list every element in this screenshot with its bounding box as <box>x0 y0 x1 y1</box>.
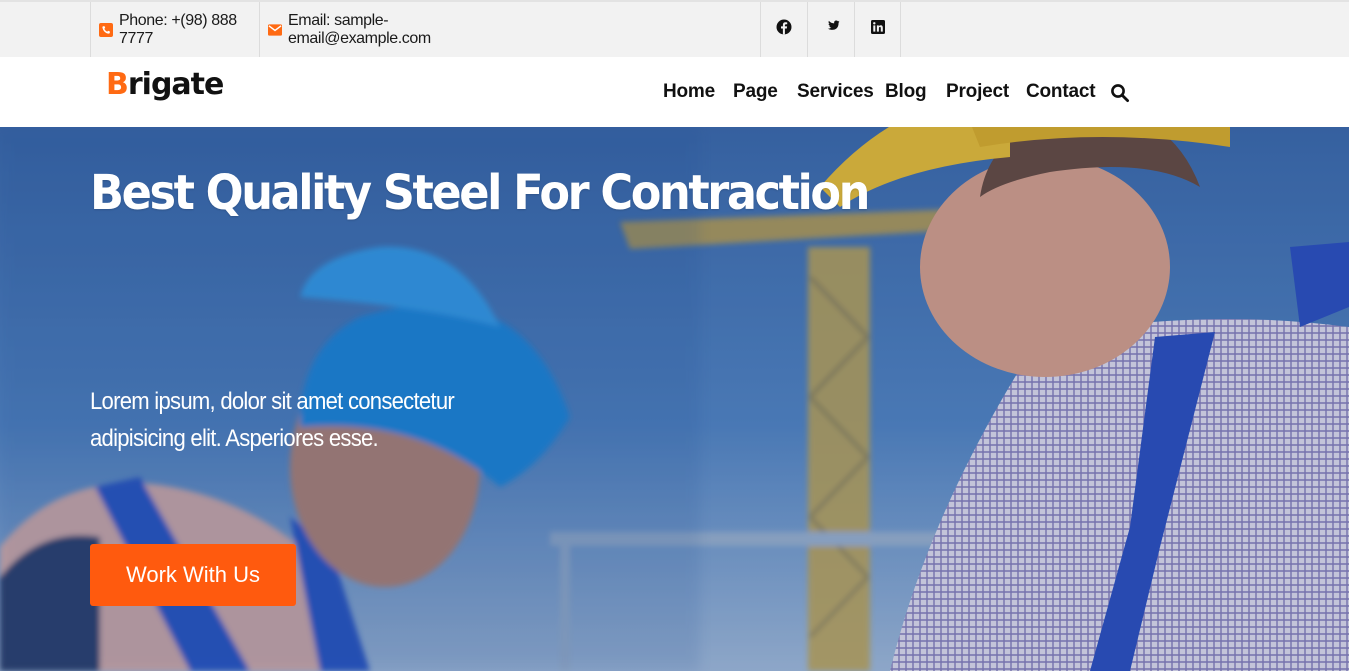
email-contact[interactable]: Email: sample-email@example.com <box>259 2 529 57</box>
email-text: Email: sample-email@example.com <box>288 11 431 47</box>
nav-blog[interactable]: Blog <box>885 81 927 103</box>
envelope-icon <box>268 23 282 37</box>
hero-section: Best Quality Steel For Contraction Lorem… <box>0 127 1349 671</box>
twitter-icon <box>823 20 840 39</box>
nav-services[interactable]: Services <box>797 81 874 103</box>
hero-title: Best Quality Steel For Contraction <box>90 165 870 221</box>
top-info-bar: Phone: +(98) 888 7777 Email: sample-emai… <box>0 0 1349 57</box>
brand-logo[interactable]: Brigate <box>106 67 224 102</box>
nav-project[interactable]: Project <box>946 81 1009 103</box>
facebook-link[interactable] <box>760 2 807 57</box>
nav-page[interactable]: Page <box>733 81 778 103</box>
phone-contact[interactable]: Phone: +(98) 888 7777 <box>90 2 260 57</box>
work-with-us-button[interactable]: Work With Us <box>90 544 296 606</box>
brand-logo-rest: rigate <box>127 67 224 102</box>
hero-subtitle: Lorem ipsum, dolor sit amet consectetur … <box>90 388 455 452</box>
phone-icon <box>99 22 113 37</box>
brand-logo-initial: B <box>106 67 129 102</box>
nav-home[interactable]: Home <box>663 81 715 103</box>
main-navbar: Brigate Home Page Services Blog Project … <box>0 57 1349 127</box>
facebook-icon <box>776 19 792 40</box>
linkedin-link[interactable] <box>854 2 901 57</box>
search-icon[interactable] <box>1110 83 1130 103</box>
twitter-link[interactable] <box>807 2 854 57</box>
nav-contact[interactable]: Contact <box>1026 81 1096 103</box>
linkedin-icon <box>870 20 885 39</box>
phone-text: Phone: +(98) 888 7777 <box>119 11 237 47</box>
